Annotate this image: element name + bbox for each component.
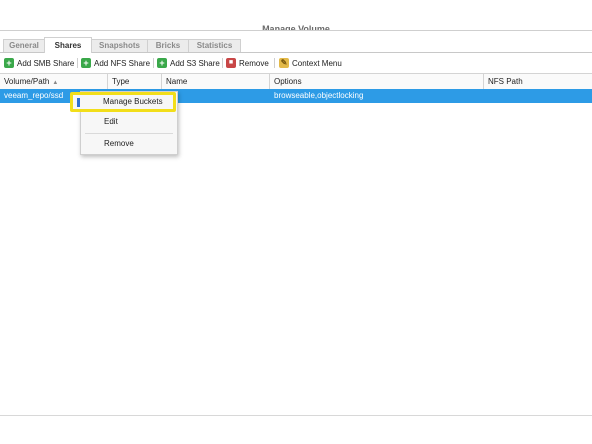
column-header-label: Volume/Path — [4, 77, 50, 86]
selection-marker — [77, 98, 80, 107]
toolbar-separator — [153, 58, 154, 68]
sort-ascending-icon: ▲ — [52, 80, 59, 86]
tab-shares[interactable]: Shares — [44, 37, 92, 53]
cell-nfs-path — [484, 89, 488, 103]
tab-snapshots[interactable]: Snapshots — [91, 39, 148, 52]
tab-bricks[interactable]: Bricks — [147, 39, 189, 52]
toolbar-separator — [77, 58, 78, 68]
toolbar-separator — [274, 58, 275, 68]
plus-icon: + — [81, 58, 91, 68]
menu-item-remove[interactable]: Remove — [81, 136, 177, 152]
pencil-icon: ✎ — [279, 58, 289, 68]
plus-icon: + — [4, 58, 14, 68]
tab-statistics[interactable]: Statistics — [188, 39, 241, 52]
add-smb-share-label: Add SMB Share — [17, 58, 75, 68]
plus-icon: + — [157, 58, 167, 68]
column-header-options[interactable]: Options — [270, 74, 484, 89]
add-nfs-share-label: Add NFS Share — [94, 58, 151, 68]
column-header-type[interactable]: Type — [108, 74, 162, 89]
add-s3-share-label: Add S3 Share — [170, 58, 220, 68]
menu-item-edit[interactable]: Edit — [81, 114, 177, 130]
add-nfs-share-button[interactable]: + Add NFS Share — [81, 57, 150, 69]
menu-item-manage-buckets-label: Manage Buckets — [103, 97, 163, 106]
context-menu-label: Context Menu — [292, 58, 342, 68]
add-smb-share-button[interactable]: + Add SMB Share — [4, 57, 74, 69]
table-header: Volume/Path ▲ Type Name Options NFS Path — [0, 73, 592, 90]
column-header-name[interactable]: Name — [162, 74, 270, 89]
menu-item-manage-buckets[interactable]: Manage Buckets — [70, 92, 176, 112]
remove-icon: ■ — [226, 58, 236, 68]
remove-label: Remove — [239, 58, 269, 68]
window-title: Manage Volume — [262, 24, 330, 30]
toolbar-separator — [222, 58, 223, 68]
tab-bar: General Shares Snapshots Bricks Statisti… — [0, 37, 592, 53]
cell-volume-path: veeam_repo/ssd — [4, 91, 64, 100]
column-header-nfs-path[interactable]: NFS Path — [484, 74, 592, 89]
remove-button[interactable]: ■ Remove — [226, 57, 269, 69]
tab-general[interactable]: General — [3, 39, 45, 52]
toolbar: + Add SMB Share + Add NFS Share + Add S3… — [0, 55, 592, 71]
column-header-volume-path[interactable]: Volume/Path ▲ — [0, 74, 108, 89]
add-s3-share-button[interactable]: + Add S3 Share — [157, 57, 220, 69]
context-menu-button[interactable]: ✎ Context Menu — [279, 57, 342, 69]
cell-options: browseable,objectlocking — [274, 91, 364, 100]
menu-separator — [85, 133, 173, 134]
